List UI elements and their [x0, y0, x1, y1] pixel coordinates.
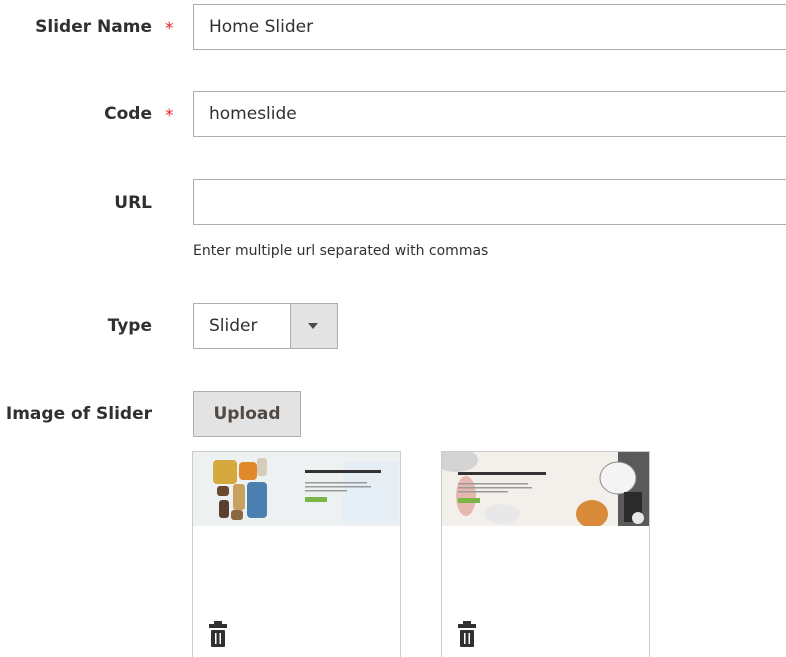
upload-button[interactable]: Upload: [193, 391, 301, 437]
url-input[interactable]: [193, 179, 786, 225]
slider-image-thumbnail[interactable]: [442, 452, 649, 526]
chevron-down-icon: [308, 323, 318, 329]
slider-image-thumbnail[interactable]: [193, 452, 400, 526]
image-card: [441, 451, 650, 657]
trash-icon[interactable]: [457, 620, 477, 648]
type-label: Type: [107, 316, 152, 336]
url-note: Enter multiple url separated with commas: [193, 243, 489, 259]
required-asterisk: *: [165, 19, 174, 39]
url-label: URL: [114, 193, 152, 213]
required-asterisk: *: [165, 106, 174, 126]
slider-name-input[interactable]: Home Slider: [193, 4, 786, 50]
image-of-slider-label: Image of Slider: [5, 404, 152, 424]
code-input[interactable]: homeslide: [193, 91, 786, 137]
type-select-value: Slider: [209, 316, 258, 336]
banner-image: [193, 452, 400, 526]
type-select[interactable]: Slider: [193, 303, 338, 349]
code-label: Code: [104, 104, 152, 124]
image-card: [192, 451, 401, 657]
trash-icon[interactable]: [208, 620, 228, 648]
select-toggle[interactable]: [290, 304, 337, 348]
slider-name-label: Slider Name: [35, 17, 152, 37]
banner-image: [442, 452, 649, 526]
